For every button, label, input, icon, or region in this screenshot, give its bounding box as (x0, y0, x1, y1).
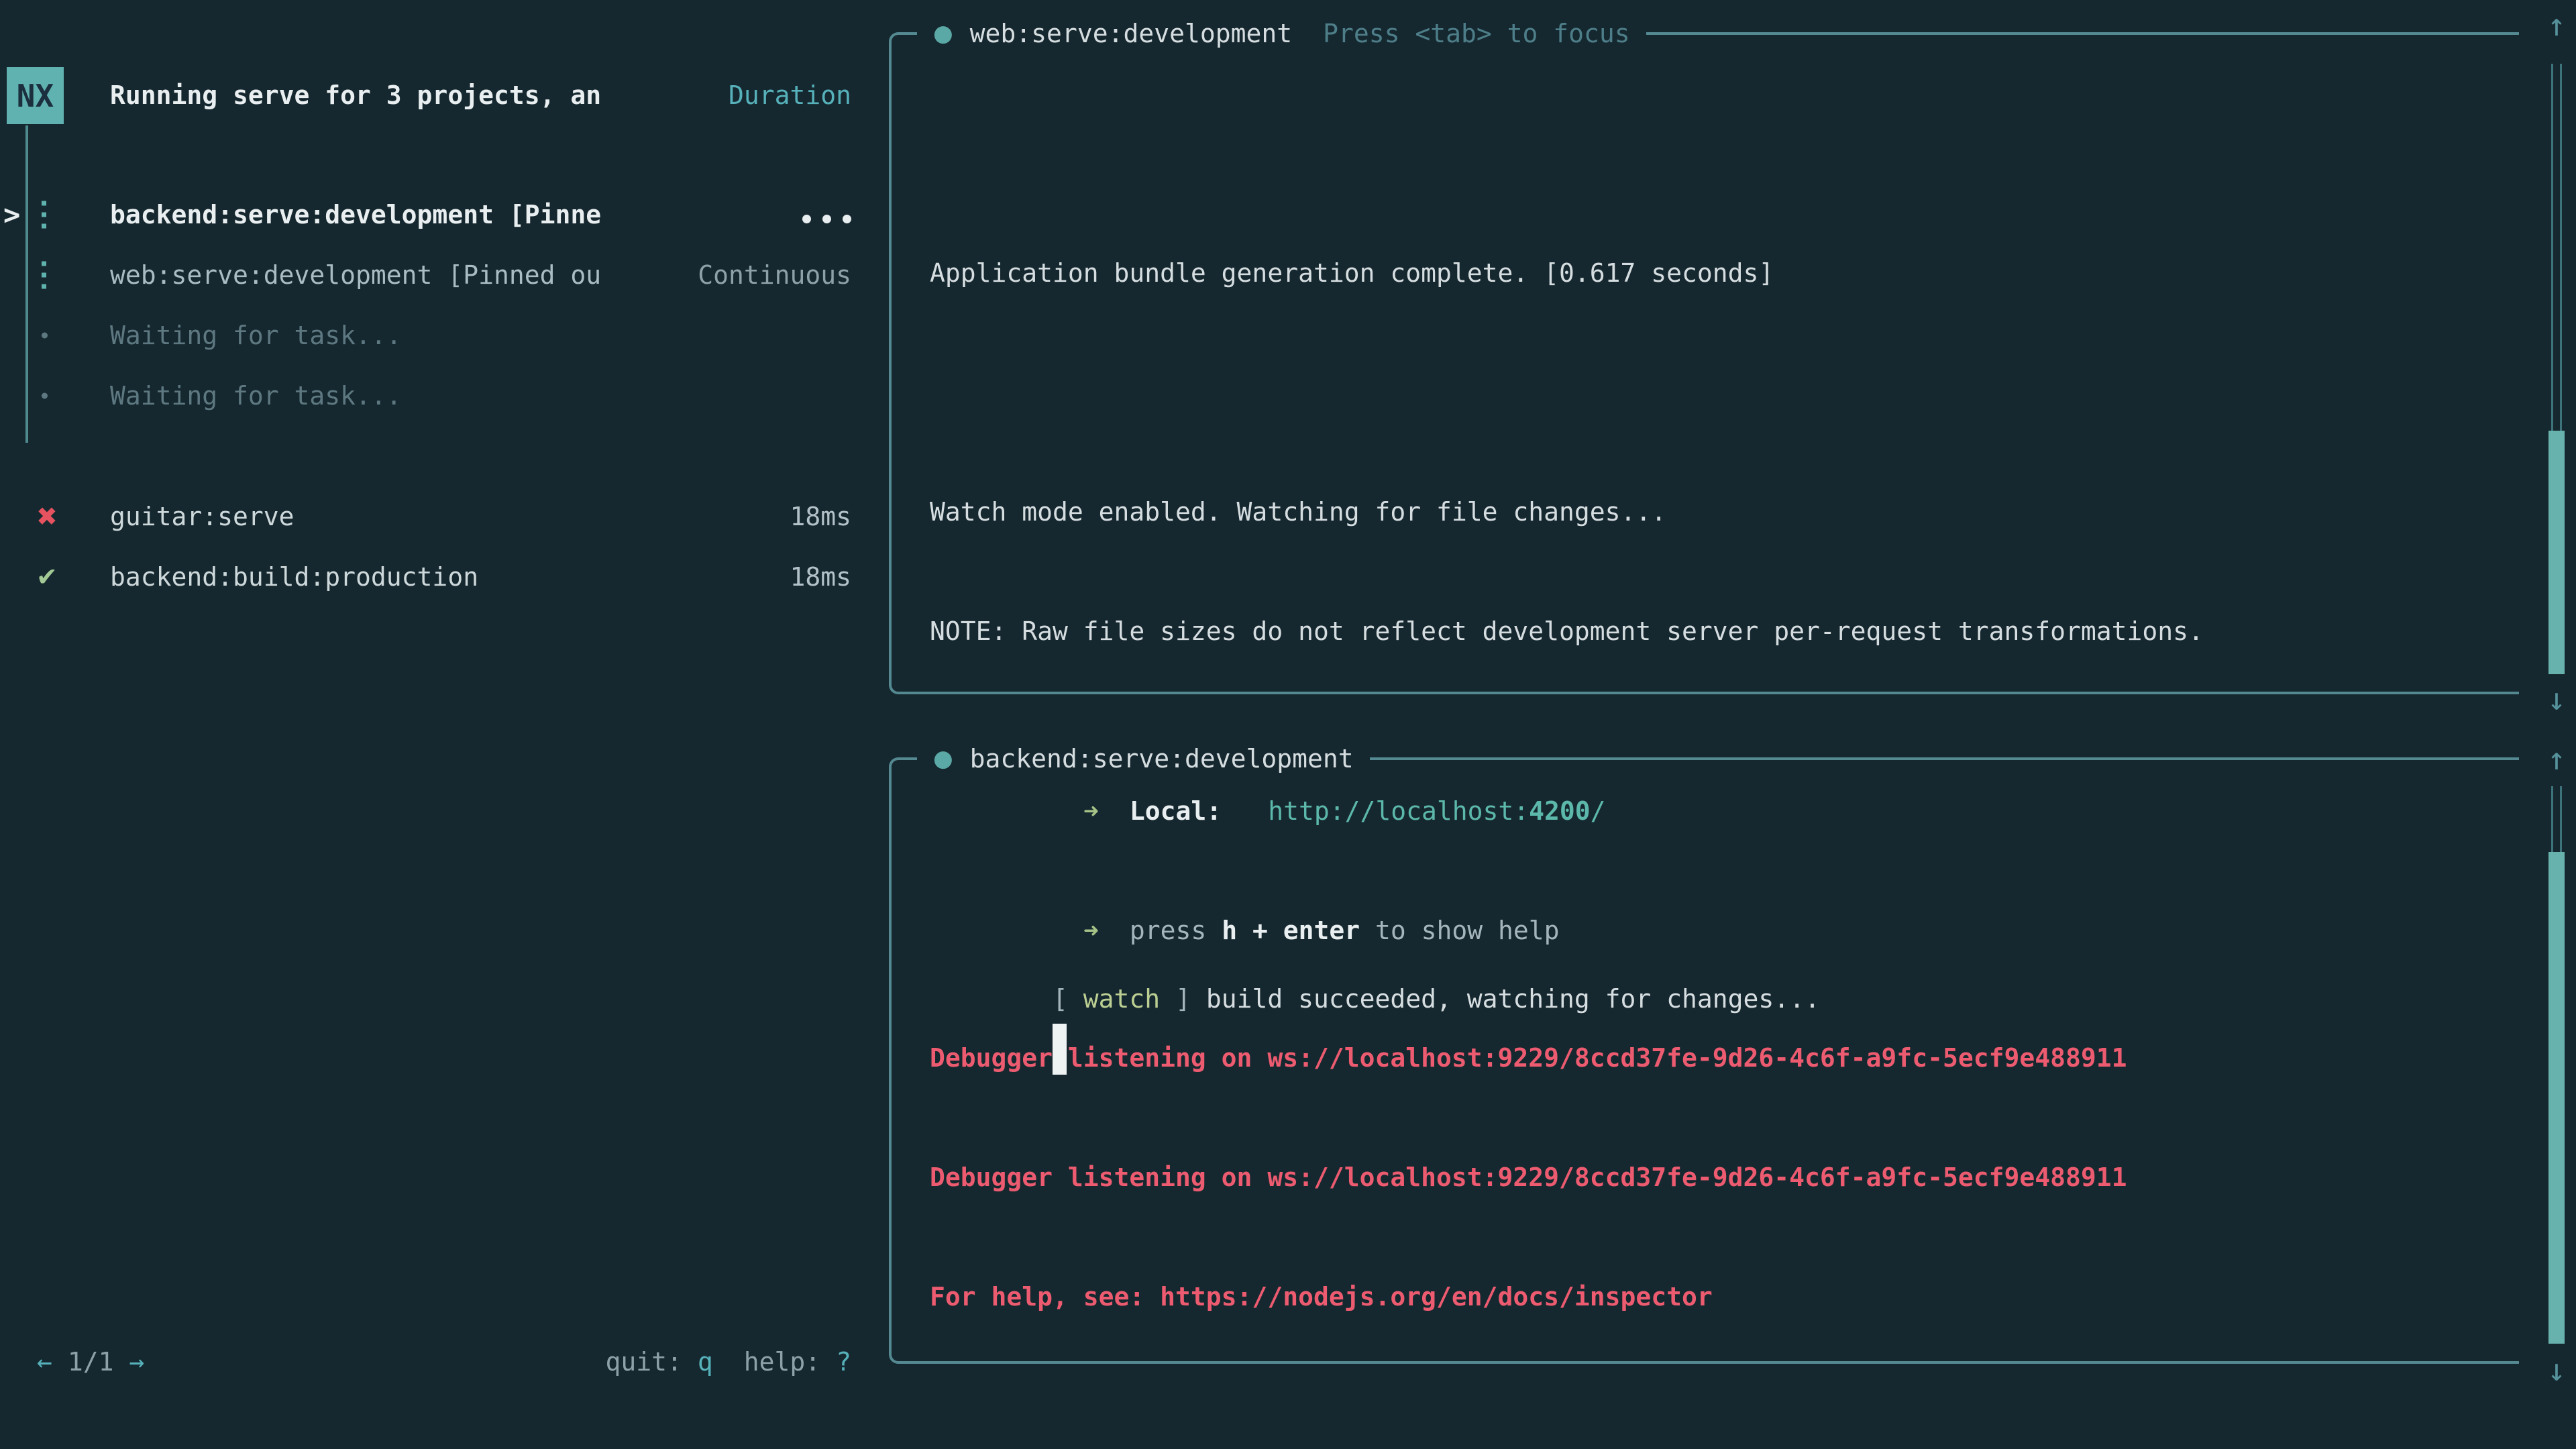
log-line: Watch mode enabled. Watching for file ch… (930, 482, 2204, 542)
watch-text: build succeeded, watching for changes... (1206, 984, 1820, 1014)
sidebar-footer: ← 1/1 → quit: q help:? (0, 1332, 889, 1392)
watch-tag: watch (1083, 984, 1160, 1014)
scroll-down-icon[interactable]: ↓ (2536, 679, 2576, 719)
task-row-waiting[interactable]: Waiting for task... (0, 305, 889, 366)
log-line: Application bundle generation complete. … (930, 243, 2204, 303)
scroll-up-icon[interactable]: ↑ (2536, 739, 2576, 779)
task-spinner-icon (42, 262, 46, 289)
scrollbar-thumb[interactable] (2548, 852, 2565, 1344)
pane-title[interactable]: ● backend:serve:development (917, 729, 1370, 789)
help-key: ? (836, 1347, 851, 1377)
scrollbar-track[interactable] (2551, 786, 2562, 852)
task-sidebar: NX Running serve for 3 projects, an Dura… (0, 0, 889, 1449)
scrollbar-thumb[interactable] (2548, 431, 2565, 674)
task-label: guitar:serve (110, 502, 294, 531)
run-summary-title: Running serve for 3 projects, an (110, 80, 601, 110)
log-line: NOTE: Raw file sizes do not reflect deve… (930, 601, 2204, 661)
quit-key: q (698, 1347, 713, 1377)
debugger-line: Debugger listening on ws://localhost:922… (930, 1147, 2127, 1208)
task-row-success[interactable]: ✔ backend:build:production 18ms (0, 547, 889, 607)
duration-column-header: Duration (729, 80, 851, 110)
task-label: backend:serve:development [Pinne (110, 200, 601, 229)
task-row-selected[interactable]: > backend:serve:development [Pinne (0, 184, 889, 245)
next-page-arrow-icon[interactable]: → (129, 1347, 145, 1377)
bracket-open: [ (1053, 984, 1083, 1014)
terminal-pane-web-serve[interactable]: ● web:serve:development Press <tab> to f… (889, 32, 2519, 694)
success-check-icon: ✔ (36, 562, 58, 592)
sidebar-header: Running serve for 3 projects, an Duratio… (0, 65, 889, 125)
scroll-up-icon[interactable]: ↑ (2536, 5, 2576, 45)
inspector-help-line: For help, see: https://nodejs.org/en/doc… (930, 1267, 2127, 1327)
blank-line (930, 1386, 2127, 1446)
terminal-pane-backend-serve[interactable]: ● backend:serve:development [ watch ] bu… (889, 757, 2519, 1364)
task-duration: 18ms (790, 562, 851, 592)
task-label: Waiting for task... (110, 381, 402, 411)
page-indicator: 1/1 (68, 1347, 114, 1377)
running-dot-icon: ● (933, 20, 953, 47)
task-row-failed[interactable]: ✖ guitar:serve 18ms (0, 486, 889, 547)
task-duration-status: Continuous (698, 260, 851, 290)
prev-page-arrow-icon[interactable]: ← (37, 1347, 52, 1377)
task-spinner-icon (42, 201, 46, 229)
waiting-dot-icon (42, 393, 48, 399)
task-label: backend:build:production (110, 562, 478, 592)
focus-hint: Press <tab> to focus (1323, 19, 1630, 48)
task-row[interactable]: web:serve:development [Pinned ou Continu… (0, 245, 889, 305)
blank-line (930, 362, 2204, 423)
scroll-down-icon[interactable]: ↓ (2536, 1350, 2576, 1390)
selection-caret-icon: > (3, 199, 20, 231)
ellipsis-dots-icon (802, 207, 851, 223)
task-row-waiting[interactable]: Waiting for task... (0, 366, 889, 426)
watch-status-line: [ watch ] build succeeded, watching for … (930, 908, 2127, 969)
help-label: help: (744, 1347, 820, 1377)
task-label: web:serve:development [Pinned ou (110, 260, 601, 290)
scrollbar-track[interactable] (2551, 64, 2562, 431)
debugger-line: Debugger listening on ws://localhost:922… (930, 1028, 2127, 1088)
shortcut-hints: quit: q help:? (605, 1347, 851, 1377)
pane-title[interactable]: ● web:serve:development Press <tab> to f… (917, 3, 1646, 64)
pane-task-name: backend:serve:development (970, 744, 1354, 773)
task-label: Waiting for task... (110, 321, 402, 350)
terminal-output: [ watch ] build succeeded, watching for … (930, 849, 2127, 1449)
nx-tui-screen: NX Running serve for 3 projects, an Dura… (0, 0, 2576, 1449)
quit-label: quit: (605, 1347, 682, 1377)
running-dot-icon: ● (933, 745, 953, 772)
pane-task-name: web:serve:development (970, 19, 1292, 48)
failed-cross-icon: ✖ (36, 502, 58, 531)
waiting-dot-icon (42, 333, 48, 339)
task-duration: 18ms (790, 502, 851, 531)
bracket-close: ] (1160, 984, 1206, 1014)
